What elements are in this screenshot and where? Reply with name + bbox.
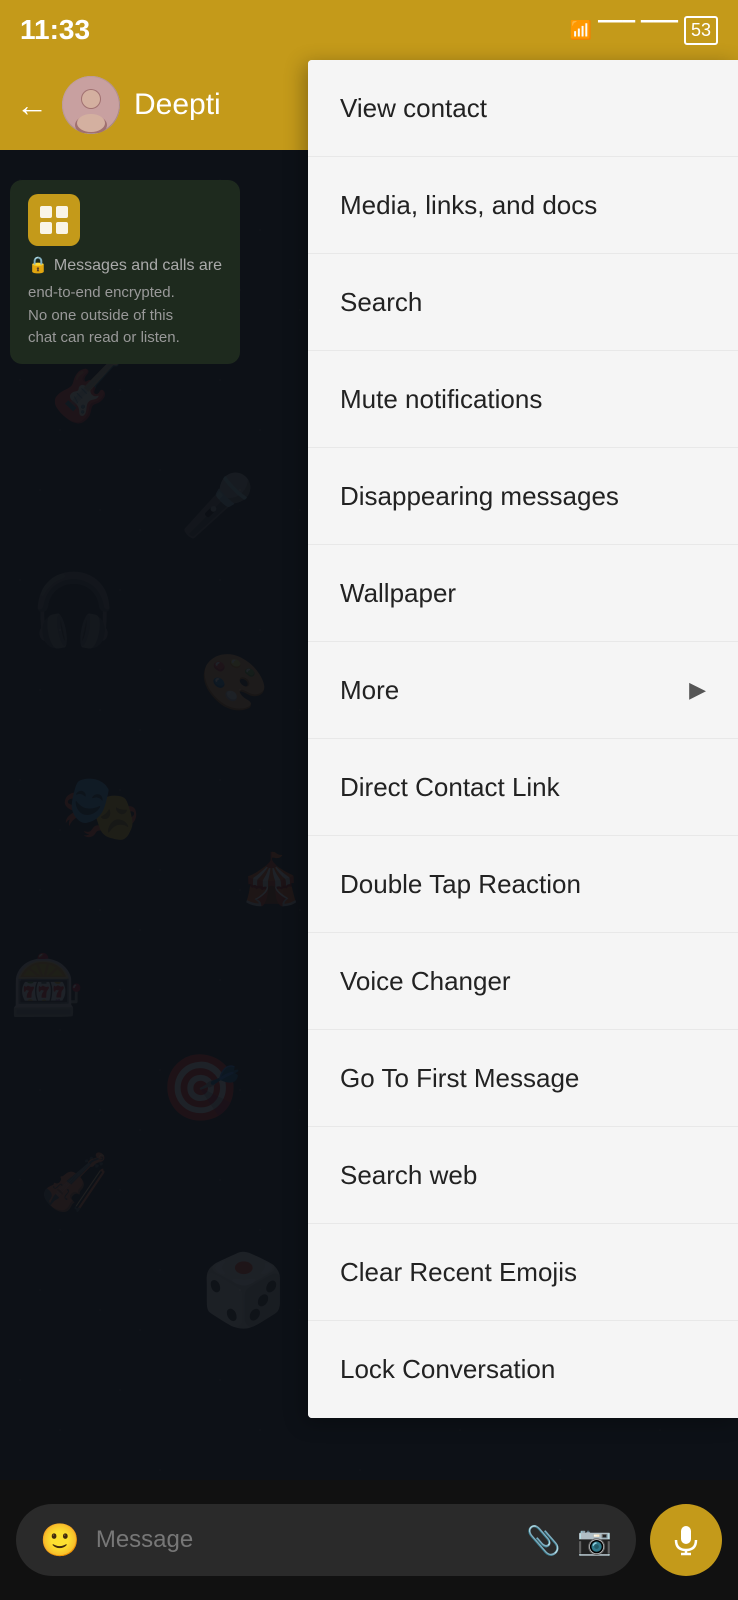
battery-indicator: 53 [684,16,718,45]
menu-item-label-11: Search web [340,1160,477,1191]
menu-item-label-8: Double Tap Reaction [340,869,581,900]
deco-icon-6: 🎨 [200,650,268,715]
menu-item-5[interactable]: Wallpaper [308,545,738,642]
signal-icon-2: ▔▔▔ [641,20,678,40]
menu-item-12[interactable]: Clear Recent Emojis [308,1224,738,1321]
status-bar: 11:33 📶 ▔▔▔ ▔▔▔ 53 [0,0,738,60]
mic-icon [670,1524,702,1556]
wifi-icon: 📶 [570,20,592,41]
menu-item-label-3: Mute notifications [340,384,542,415]
menu-item-10[interactable]: Go To First Message [308,1030,738,1127]
camera-icon[interactable]: 📷 [577,1524,612,1557]
lock-icon: 🔒 [28,254,48,278]
enc-text-body: end-to-end encrypted.No one outside of t… [28,282,222,350]
menu-item-label-9: Voice Changer [340,966,511,997]
deco-icon-12: 🎲 [200,1250,287,1332]
deco-icon-8: 🎪 [240,850,302,909]
menu-item-4[interactable]: Disappearing messages [308,448,738,545]
menu-item-arrow-6: ▶ [689,677,706,703]
attach-icon[interactable]: 📎 [526,1524,561,1557]
input-bar: 🙂 Message 📎 📷 [0,1480,738,1600]
avatar-svg [63,77,119,133]
menu-item-9[interactable]: Voice Changer [308,933,738,1030]
menu-item-13[interactable]: Lock Conversation [308,1321,738,1418]
deco-icon-4: 🎤 [180,470,255,541]
deco-icon-11: 🎻 [40,1150,108,1215]
menu-item-6[interactable]: More ▶ [308,642,738,739]
menu-item-label-1: Media, links, and docs [340,190,597,221]
menu-item-1[interactable]: Media, links, and docs [308,157,738,254]
encryption-notice: 🔒 Messages and calls are end-to-end encr… [10,180,240,364]
deco-icon-10: 🎯 [160,1050,241,1126]
menu-item-8[interactable]: Double Tap Reaction [308,836,738,933]
menu-item-3[interactable]: Mute notifications [308,351,738,448]
avatar[interactable] [62,76,120,134]
grid-icon [38,204,70,236]
menu-item-label-6: More [340,675,399,706]
menu-item-label-10: Go To First Message [340,1063,579,1094]
deco-icon-9: 🎰 [10,950,85,1021]
message-placeholder: Message [96,1526,510,1554]
menu-item-label-13: Lock Conversation [340,1354,555,1385]
mic-button[interactable] [650,1504,722,1576]
enc-icon [28,194,80,246]
menu-item-label-12: Clear Recent Emojis [340,1257,577,1288]
back-button[interactable]: ← [16,87,48,124]
context-menu: View contact Media, links, and docs Search… [308,60,738,1418]
signal-icon-1: ▔▔▔ [598,20,635,40]
status-icons: 📶 ▔▔▔ ▔▔▔ 53 [570,16,718,45]
avatar-image [62,76,120,134]
menu-item-7[interactable]: Direct Contact Link [308,739,738,836]
emoji-button[interactable]: 🙂 [40,1521,80,1559]
message-input-field[interactable]: 🙂 Message 📎 📷 [16,1504,636,1576]
menu-item-11[interactable]: Search web [308,1127,738,1224]
menu-item-2[interactable]: Search [308,254,738,351]
menu-item-0[interactable]: View contact [308,60,738,157]
menu-item-label-5: Wallpaper [340,578,456,609]
menu-item-label-7: Direct Contact Link [340,772,560,803]
deco-icon-5: 🎧 [30,570,117,652]
menu-item-label-4: Disappearing messages [340,481,619,512]
status-time: 11:33 [20,14,90,46]
enc-text-line1: Messages and calls are [54,254,222,278]
menu-item-label-2: Search [340,287,422,318]
menu-item-label-0: View contact [340,93,487,124]
deco-icon-7: 🎭 [60,770,141,846]
